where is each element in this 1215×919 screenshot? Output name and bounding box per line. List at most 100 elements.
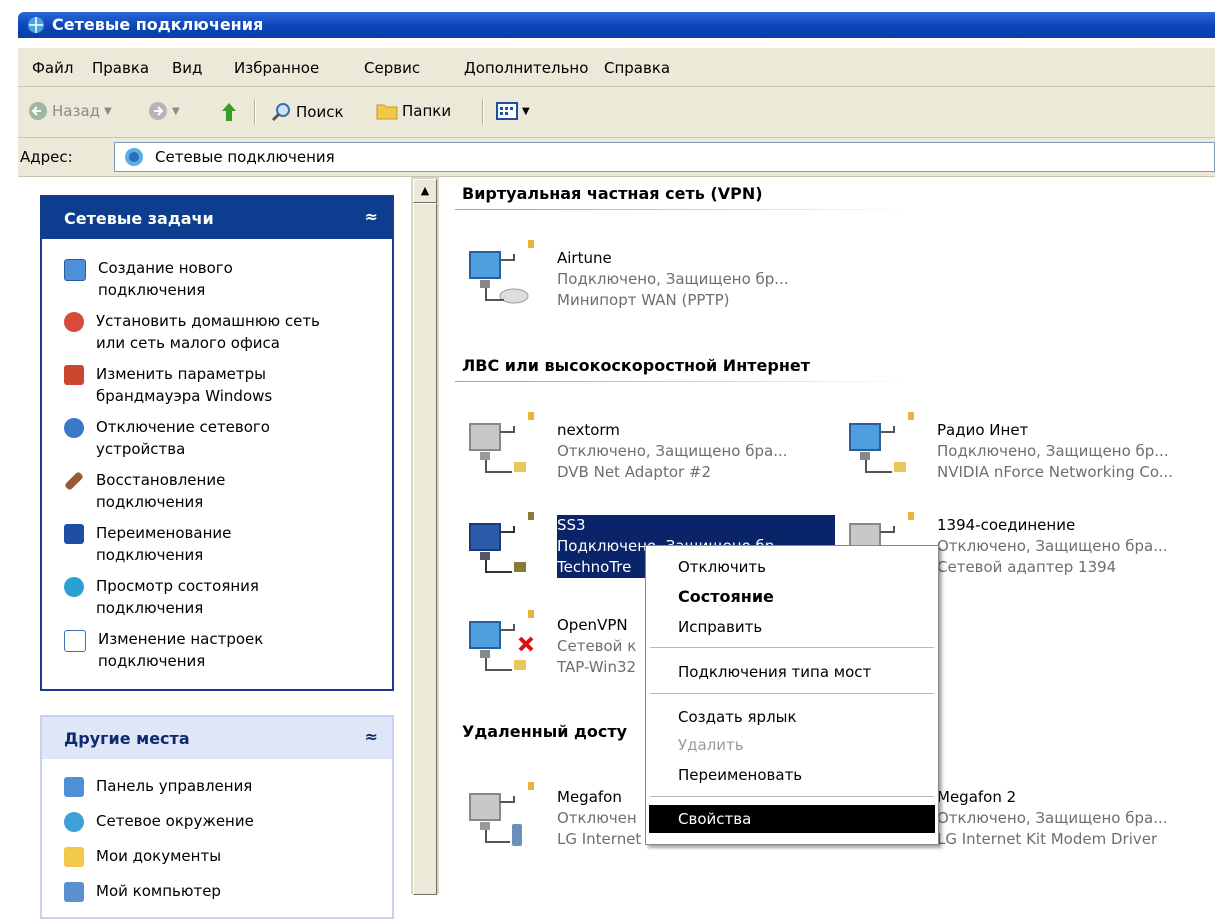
my-computer-icon — [64, 882, 84, 902]
other-places-header[interactable]: Другие места ≈ — [42, 717, 392, 759]
task-label: Восстановление — [96, 471, 226, 489]
place-label: Сетевое окружение — [96, 812, 254, 830]
menu-item-rename[interactable]: Переименовать — [678, 766, 802, 784]
group-lan-header: ЛВС или высокоскоростной Интернет — [462, 356, 810, 375]
task-create-connection[interactable]: Создание нового подключения — [64, 257, 233, 301]
vpn-connection-icon — [469, 240, 534, 304]
connection-status: Подключено, Защищено бр... — [557, 270, 789, 288]
connection-name: SS3 — [557, 515, 835, 536]
address-field[interactable]: Сетевые подключения — [114, 142, 1215, 172]
task-label: брандмауэра Windows — [96, 387, 273, 405]
toolbar: Назад ▼ ▼ Поиск Папки ▼ — [18, 87, 1215, 138]
connection-megafon-2[interactable]: Megafon 2 Отключено, Защищено бра... LG … — [937, 787, 1168, 850]
scroll-up-button[interactable]: ▲ — [413, 179, 437, 203]
menu-help[interactable]: Справка — [604, 59, 670, 77]
firewall-icon — [64, 365, 84, 385]
menu-edit[interactable]: Правка — [92, 59, 149, 77]
connection-status: Отключено, Защищено бра... — [937, 809, 1168, 827]
connection-device: Сетевой адаптер 1394 — [937, 558, 1117, 576]
menu-file[interactable]: Файл — [32, 59, 73, 77]
forward-arrow-icon — [149, 102, 167, 120]
place-network-neighborhood[interactable]: Сетевое окружение — [64, 810, 254, 832]
task-rename[interactable]: Переименование подключения — [64, 522, 231, 566]
group-divider — [455, 381, 915, 382]
forward-button[interactable]: ▼ — [148, 101, 180, 121]
views-button[interactable]: ▼ — [496, 101, 530, 121]
menu-item-repair[interactable]: Исправить — [678, 618, 762, 636]
menu-bar: Файл Правка Вид Избранное Сервис Дополни… — [18, 48, 1215, 87]
place-my-documents[interactable]: Мои документы — [64, 845, 221, 867]
task-label: устройства — [96, 440, 186, 458]
connection-nextorm[interactable]: nextorm Отключено, Защищено бра... DVB N… — [557, 420, 788, 483]
menu-separator — [650, 693, 934, 694]
search-label: Поиск — [296, 103, 344, 121]
folders-label: Папки — [402, 102, 452, 120]
folder-icon — [376, 104, 398, 120]
task-label: Переименование — [96, 524, 232, 542]
task-view-status[interactable]: Просмотр состояния подключения — [64, 575, 259, 619]
task-label: Просмотр состояния — [96, 577, 259, 595]
home-network-icon — [64, 312, 84, 332]
task-label: Отключение сетевого — [96, 418, 270, 436]
views-icon — [496, 102, 518, 120]
disable-device-icon — [64, 418, 84, 438]
menu-tools[interactable]: Сервис — [364, 59, 420, 77]
scroll-thumb[interactable] — [413, 203, 437, 895]
menu-advanced[interactable]: Дополнительно — [464, 59, 588, 77]
task-repair[interactable]: Восстановление подключения — [64, 469, 225, 513]
context-menu: Отключить Состояние Исправить Подключени… — [645, 545, 939, 845]
task-disable-device[interactable]: Отключение сетевого устройства — [64, 416, 270, 460]
lan-connected-icon — [849, 412, 914, 473]
task-label: подключения — [98, 652, 206, 670]
menu-view[interactable]: Вид — [172, 59, 202, 77]
menu-item-bridge[interactable]: Подключения типа мост — [678, 663, 871, 681]
toolbar-separator — [254, 99, 256, 125]
task-firewall[interactable]: Изменить параметры брандмауэра Windows — [64, 363, 272, 407]
task-pane-scrollbar[interactable]: ▲ — [411, 177, 439, 895]
connection-1394[interactable]: 1394-соединение Отключено, Защищено бра.… — [937, 515, 1168, 578]
network-connections-icon — [125, 148, 143, 166]
task-label: Изменить параметры — [96, 365, 267, 383]
menu-item-create-shortcut[interactable]: Создать ярлык — [678, 708, 797, 726]
menu-item-status[interactable]: Состояние — [678, 587, 774, 606]
search-button[interactable]: Поиск — [270, 101, 344, 123]
task-change-settings[interactable]: Изменение настроек подключения — [64, 628, 263, 672]
connection-name: Радио Инет — [937, 421, 1029, 439]
connection-openvpn[interactable]: OpenVPN Сетевой к TAP-Win32 — [557, 615, 636, 678]
address-bar: Адрес: Сетевые подключения — [18, 138, 1215, 177]
collapse-icon[interactable]: ≈ — [365, 727, 378, 746]
connection-name: 1394-соединение — [937, 516, 1076, 534]
up-folder-button[interactable] — [218, 101, 240, 123]
connection-device: TAP-Win32 — [557, 658, 637, 676]
network-tasks-header[interactable]: Сетевые задачи ≈ — [42, 197, 392, 239]
collapse-icon[interactable]: ≈ — [365, 207, 378, 226]
folders-button[interactable]: Папки — [376, 101, 451, 121]
lan-selected-icon — [469, 512, 534, 573]
place-label: Мои документы — [96, 847, 222, 865]
menu-item-disconnect[interactable]: Отключить — [678, 558, 766, 576]
connection-name: OpenVPN — [557, 616, 628, 634]
new-connection-icon — [64, 259, 86, 281]
task-pane: Сетевые задачи ≈ Создание нового подключе… — [18, 177, 410, 919]
group-remote-header: Удаленный досту — [462, 722, 628, 741]
place-control-panel[interactable]: Панель управления — [64, 775, 252, 797]
task-label: Создание нового — [98, 259, 233, 277]
connection-radio-inet[interactable]: Радио Инет Подключено, Защищено бр... NV… — [937, 420, 1173, 483]
network-neighborhood-icon — [64, 812, 84, 832]
connection-airtune[interactable]: Airtune Подключено, Защищено бр... Минип… — [557, 248, 789, 311]
menu-item-properties[interactable]: Свойства — [678, 810, 751, 828]
place-my-computer[interactable]: Мой компьютер — [64, 880, 221, 902]
menu-item-delete[interactable]: Удалить — [678, 736, 744, 754]
connection-device: LG Internet Kit Modem Driver — [937, 830, 1158, 848]
back-button[interactable]: Назад ▼ — [28, 101, 112, 121]
connection-name: nextorm — [557, 421, 620, 439]
group-divider — [455, 209, 915, 210]
menu-favorites[interactable]: Избранное — [234, 59, 319, 77]
task-home-network[interactable]: Установить домашнюю сеть или сеть малого … — [64, 310, 320, 354]
connection-status: Отключено, Защищено бра... — [937, 537, 1168, 555]
connection-name: Megafon 2 — [937, 788, 1017, 806]
toolbar-separator — [482, 99, 484, 125]
connection-status: Подключено, Защищено бр... — [937, 442, 1169, 460]
title-bar: Сетевые подключения — [0, 0, 1215, 40]
address-value: Сетевые подключения — [155, 148, 335, 166]
